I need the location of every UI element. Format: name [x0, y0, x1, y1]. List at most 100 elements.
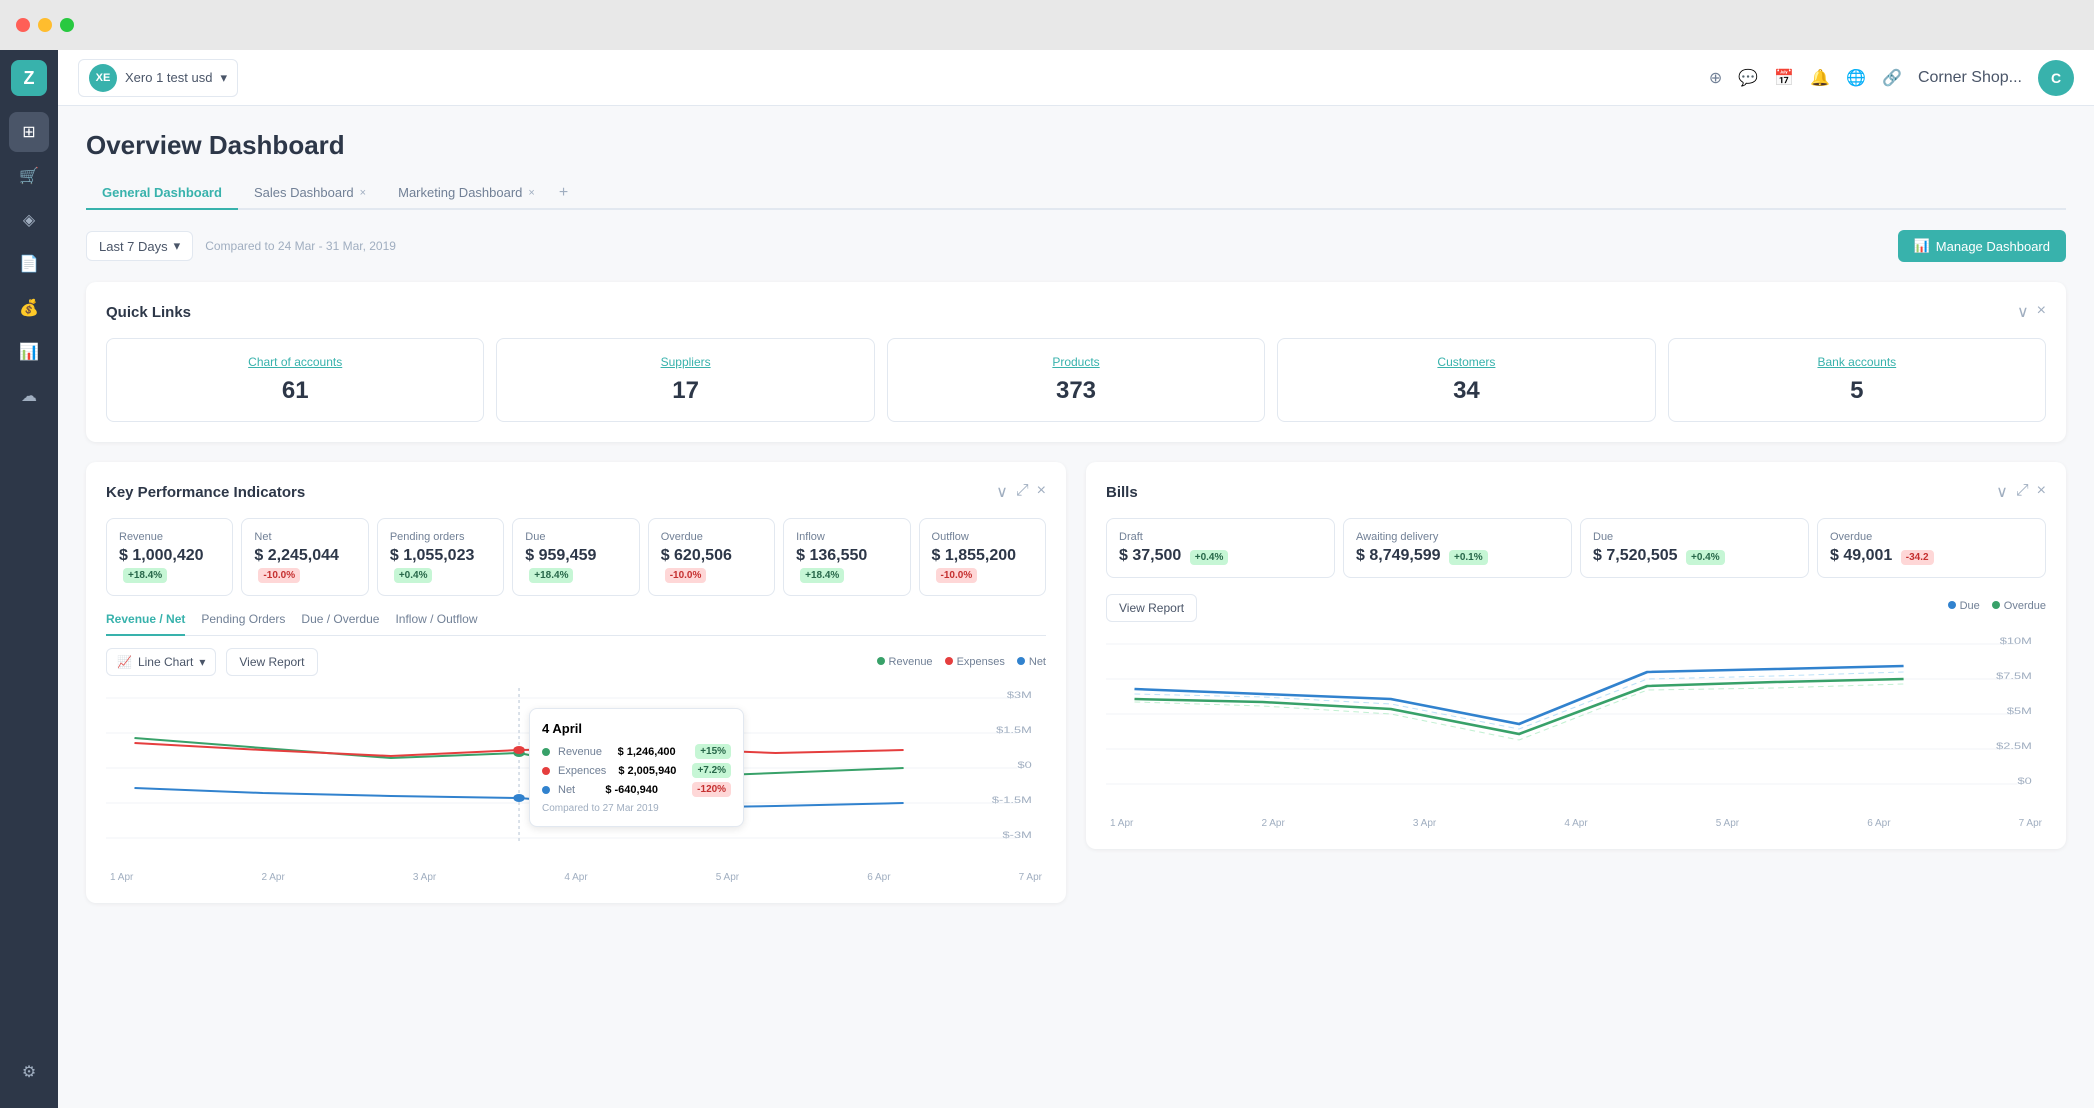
minimize-button[interactable] [38, 18, 52, 32]
sidebar-item-accounts[interactable]: 💰 [9, 288, 49, 328]
expand-icon[interactable]: ⤢ [2016, 482, 2029, 502]
tooltip-expenses-badge: +7.2% [692, 763, 731, 778]
kpi-due-label: Due [525, 531, 626, 543]
quick-link-value-2: 373 [904, 377, 1248, 405]
chart-tab-inflow-outflow[interactable]: Inflow / Outflow [395, 612, 477, 636]
date-filter-label: Last 7 Days [99, 239, 168, 254]
expand-icon[interactable]: ⤢ [1016, 482, 1029, 502]
bills-chart-area: $10M $7.5M $5M $2.5M $0 [1106, 634, 2046, 814]
bills-overdue-label: Overdue [1830, 531, 2033, 543]
legend-expenses: Expenses [945, 656, 1005, 668]
tab-add-button[interactable]: + [551, 180, 576, 206]
manage-icon: 📊 [1914, 238, 1930, 254]
quick-links-card: Quick Links ∨ × Chart of accounts 61 Sup… [86, 282, 2066, 442]
kpi-pending-label: Pending orders [390, 531, 491, 543]
tab-marketing-dashboard[interactable]: Marketing Dashboard × [382, 177, 551, 210]
quick-link-products[interactable]: Products 373 [887, 338, 1265, 422]
legend-revenue: Revenue [877, 656, 933, 668]
sidebar-item-orders[interactable]: 🛒 [9, 156, 49, 196]
page-title: Overview Dashboard [86, 130, 2066, 161]
maximize-button[interactable] [60, 18, 74, 32]
quick-link-label-2[interactable]: Products [904, 355, 1248, 369]
close-button[interactable] [16, 18, 30, 32]
org-selector[interactable]: XE Xero 1 test usd ▾ [78, 59, 238, 97]
bills-view-report-button[interactable]: View Report [1106, 594, 1197, 622]
bills-x-axis: 1 Apr 2 Apr 3 Apr 4 Apr 5 Apr 6 Apr 7 Ap… [1106, 818, 2046, 829]
quick-links-actions: ∨ × [2017, 302, 2046, 322]
quick-link-chart-of-accounts[interactable]: Chart of accounts 61 [106, 338, 484, 422]
kpi-net-value: $ 2,245,044 -10.0% [254, 547, 355, 583]
tooltip-date: 4 April [542, 721, 731, 736]
kpi-outflow: Outflow $ 1,855,200 -10.0% [919, 518, 1046, 596]
bills-due-label: Due [1593, 531, 1796, 543]
bills-kpi-awaiting: Awaiting delivery $ 8,749,599 +0.1% [1343, 518, 1572, 578]
bills-actions: ∨ ⤢ × [1996, 482, 2046, 502]
view-report-button[interactable]: View Report [226, 648, 317, 676]
kpi-revenue: Revenue $ 1,000,420 +18.4% [106, 518, 233, 596]
sidebar-item-documents[interactable]: 📄 [9, 244, 49, 284]
add-icon[interactable]: ⊕ [1709, 68, 1722, 88]
quick-link-suppliers[interactable]: Suppliers 17 [496, 338, 874, 422]
tab-general-dashboard[interactable]: General Dashboard [86, 177, 238, 210]
close-icon[interactable]: × [2037, 482, 2046, 502]
sidebar-item-products[interactable]: ◈ [9, 200, 49, 240]
sidebar-item-cloud[interactable]: ☁ [9, 376, 49, 416]
tab-close-sales[interactable]: × [360, 187, 366, 199]
kpi-net-label: Net [254, 531, 355, 543]
sidebar-item-settings[interactable]: ⚙ [9, 1052, 49, 1092]
x-label-3: 4 Apr [564, 872, 587, 883]
x-label-1: 2 Apr [261, 872, 284, 883]
collapse-icon[interactable]: ∨ [1996, 482, 2008, 502]
svg-text:$0: $0 [2018, 777, 2032, 787]
manage-dashboard-button[interactable]: 📊 Manage Dashboard [1898, 230, 2066, 262]
close-icon[interactable]: × [1037, 482, 1046, 502]
quick-link-label-4[interactable]: Bank accounts [1685, 355, 2029, 369]
kpi-actions: ∨ ⤢ × [996, 482, 1046, 502]
tooltip-row-net: Net $ -640,940 -120% [542, 782, 731, 797]
bills-chart-svg: $10M $7.5M $5M $2.5M $0 [1106, 634, 2046, 794]
calendar-icon[interactable]: 📅 [1774, 68, 1794, 88]
kpi-due-value: $ 959,459 +18.4% [525, 547, 626, 583]
chat-icon[interactable]: 💬 [1738, 68, 1758, 88]
user-avatar[interactable]: C [2038, 60, 2074, 96]
tab-sales-dashboard[interactable]: Sales Dashboard × [238, 177, 382, 210]
svg-text:$10M: $10M [2000, 637, 2032, 647]
close-icon[interactable]: × [2037, 302, 2046, 322]
bills-card: Bills ∨ ⤢ × Draft $ 37,500 +0.4% [1086, 462, 2066, 849]
bills-due-value: $ 7,520,505 +0.4% [1593, 547, 1796, 565]
sidebar-item-dashboard[interactable]: ⊞ [9, 112, 49, 152]
svg-text:$-1.5M: $-1.5M [992, 796, 1032, 806]
kpi-pending: Pending orders $ 1,055,023 +0.4% [377, 518, 504, 596]
quick-link-label-0[interactable]: Chart of accounts [123, 355, 467, 369]
legend-net: Net [1017, 656, 1046, 668]
x-label-2: 3 Apr [413, 872, 436, 883]
legend-due: Due [1948, 600, 1980, 612]
sidebar-item-reports[interactable]: 📊 [9, 332, 49, 372]
kpi-header: Key Performance Indicators ∨ ⤢ × [106, 482, 1046, 502]
org-name: Xero 1 test usd [125, 70, 212, 85]
chart-tab-pending-orders[interactable]: Pending Orders [201, 612, 285, 636]
chart-type-dropdown[interactable]: 📈 Line Chart ▾ [106, 648, 216, 676]
quick-link-label-3[interactable]: Customers [1294, 355, 1638, 369]
bills-header: Bills ∨ ⤢ × [1106, 482, 2046, 502]
collapse-icon[interactable]: ∨ [2017, 302, 2029, 322]
link-icon[interactable]: 🔗 [1882, 68, 1902, 88]
kpi-inflow-badge: +18.4% [800, 568, 844, 583]
chart-tab-revenue-net[interactable]: Revenue / Net [106, 612, 185, 636]
user-name[interactable]: Corner Shop... [1918, 69, 2022, 87]
quick-link-bank-accounts[interactable]: Bank accounts 5 [1668, 338, 2046, 422]
date-filter-dropdown[interactable]: Last 7 Days ▾ [86, 231, 193, 261]
collapse-icon[interactable]: ∨ [996, 482, 1008, 502]
globe-icon[interactable]: 🌐 [1846, 68, 1866, 88]
quick-link-label-1[interactable]: Suppliers [513, 355, 857, 369]
tab-close-marketing[interactable]: × [528, 187, 534, 199]
chart-tab-due-overdue[interactable]: Due / Overdue [301, 612, 379, 636]
notification-icon[interactable]: 🔔 [1810, 68, 1830, 88]
quick-link-customers[interactable]: Customers 34 [1277, 338, 1655, 422]
line-chart-icon: 📈 [117, 655, 132, 669]
kpi-grid: Revenue $ 1,000,420 +18.4% Net $ 2,245,0… [106, 518, 1046, 596]
bills-awaiting-label: Awaiting delivery [1356, 531, 1559, 543]
kpi-pending-badge: +0.4% [394, 568, 433, 583]
kpi-inflow: Inflow $ 136,550 +18.4% [783, 518, 910, 596]
kpi-pending-value: $ 1,055,023 +0.4% [390, 547, 491, 583]
